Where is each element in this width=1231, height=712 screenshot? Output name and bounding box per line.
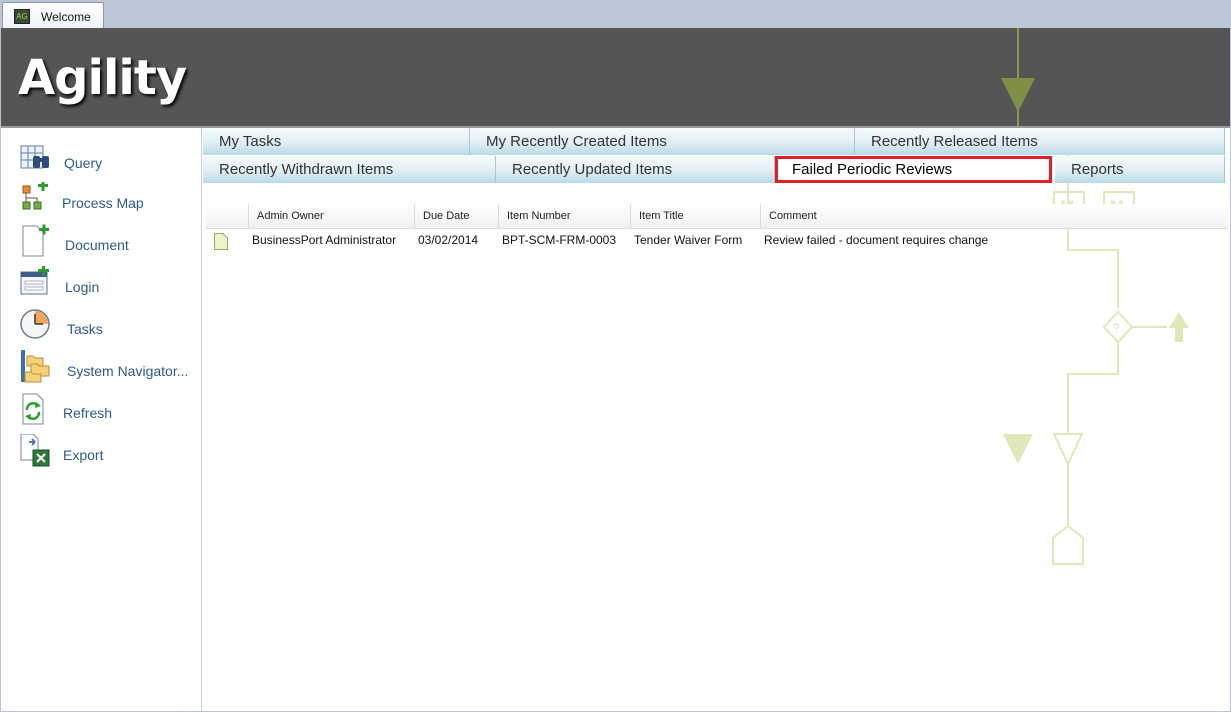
process-map-add-icon — [22, 182, 48, 210]
cell-item-number: BPT-SCM-FRM-0003 — [502, 233, 617, 247]
nav-export[interactable]: Export — [1, 434, 201, 474]
nav-process-map[interactable]: Process Map — [1, 182, 201, 222]
clock-icon — [20, 309, 50, 339]
binoculars-grid-icon — [20, 145, 49, 169]
nav-refresh[interactable]: Refresh — [1, 392, 201, 432]
folders-icon — [21, 350, 50, 383]
nav-refresh-label: Refresh — [63, 405, 113, 421]
brand-title: Agility — [18, 50, 187, 106]
nav-process-map-label: Process Map — [62, 195, 144, 211]
column-comment[interactable]: Comment — [760, 204, 1226, 228]
nav-login[interactable]: Login — [1, 266, 201, 306]
tab-my-recently-created-items[interactable]: My Recently Created Items — [470, 128, 855, 155]
nav-query-label: Query — [64, 155, 103, 171]
column-item-number[interactable]: Item Number — [498, 204, 630, 228]
left-navigation: Query Process Map Document Login Tasks S… — [1, 128, 202, 711]
window-tab-strip: AG Welcome — [0, 0, 1231, 28]
cell-due-date: 03/02/2014 — [418, 233, 479, 247]
tab-row-2: Recently Withdrawn Items Recently Update… — [203, 156, 1225, 183]
cell-item-title: Tender Waiver Form — [634, 233, 743, 247]
nav-system-navigator-label: System Navigator... — [67, 363, 189, 379]
welcome-tab-label: Welcome — [41, 10, 91, 24]
nav-system-navigator[interactable]: System Navigator... — [1, 350, 201, 390]
cell-comment: Review failed - document requires change — [764, 233, 989, 247]
nav-login-label: Login — [65, 279, 100, 295]
nav-document-label: Document — [65, 237, 129, 253]
main-content: M M ? My Tasks My Recently Created Items… — [202, 128, 1230, 711]
flow-decision: ? — [1113, 321, 1120, 335]
login-form-add-icon — [20, 266, 49, 295]
refresh-document-icon — [22, 393, 44, 425]
tab-failed-periodic-reviews[interactable]: Failed Periodic Reviews — [775, 156, 1052, 183]
tab-recently-withdrawn-items[interactable]: Recently Withdrawn Items — [203, 156, 496, 183]
column-admin-owner[interactable]: Admin Owner — [248, 204, 414, 228]
tab-row-1: My Tasks My Recently Created Items Recen… — [203, 128, 1225, 155]
nav-tasks[interactable]: Tasks — [1, 308, 201, 348]
table-row[interactable]: BusinessPort Administrator 03/02/2014 BP… — [206, 228, 1228, 252]
excel-export-icon — [20, 434, 50, 467]
tab-my-tasks[interactable]: My Tasks — [203, 128, 470, 155]
welcome-tab[interactable]: AG Welcome — [2, 2, 104, 28]
document-icon — [214, 233, 228, 250]
column-item-title[interactable]: Item Title — [630, 204, 760, 228]
app-header: Agility — [1, 28, 1230, 128]
header-flow-decoration — [1001, 28, 1035, 126]
tab-recently-updated-items[interactable]: Recently Updated Items — [496, 156, 775, 183]
grid-header: Admin Owner Due Date Item Number Item Ti… — [206, 204, 1228, 229]
agility-app-icon: AG — [14, 9, 30, 24]
nav-query[interactable]: Query — [1, 142, 201, 182]
document-add-icon — [22, 224, 49, 257]
column-due-date[interactable]: Due Date — [414, 204, 498, 228]
nav-export-label: Export — [63, 447, 104, 463]
grid-header-icon — [206, 204, 248, 228]
nav-tasks-label: Tasks — [67, 321, 103, 337]
nav-document[interactable]: Document — [1, 224, 201, 264]
tab-recently-released-items[interactable]: Recently Released Items — [855, 128, 1225, 155]
tab-reports[interactable]: Reports — [1055, 156, 1225, 183]
cell-admin-owner: BusinessPort Administrator — [252, 233, 397, 247]
